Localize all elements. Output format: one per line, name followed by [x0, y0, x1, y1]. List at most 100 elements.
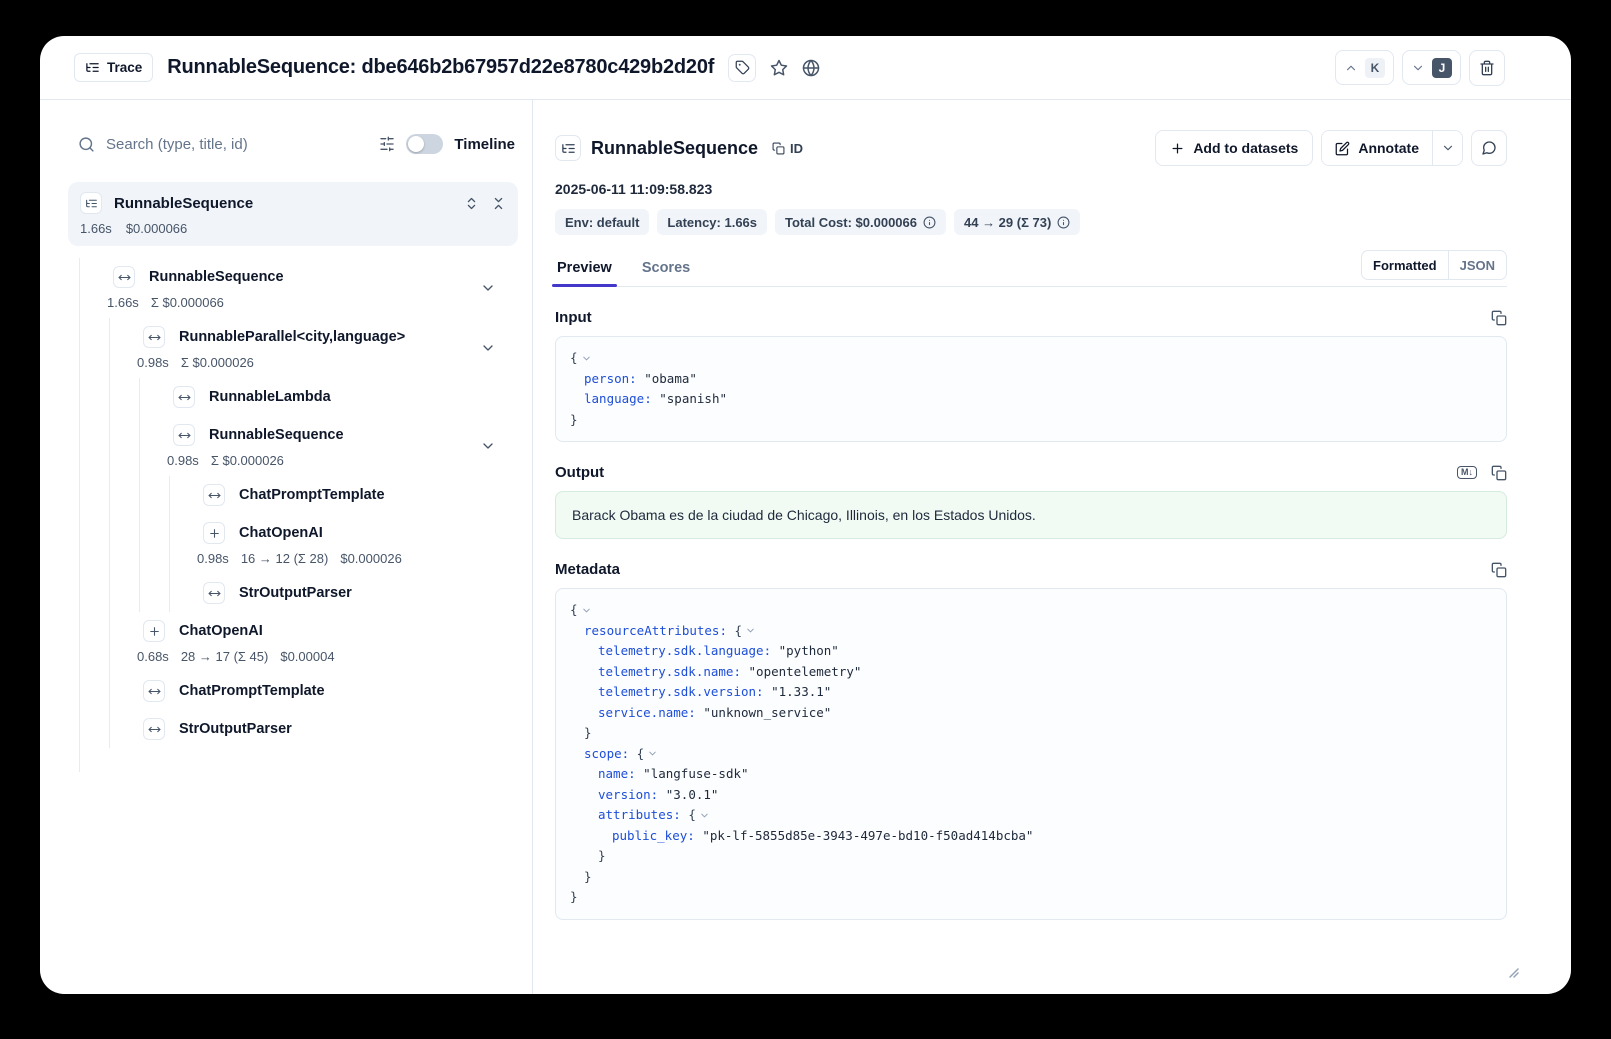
collapse-chevron-icon[interactable]: [745, 625, 756, 636]
collapse-chevron-icon[interactable]: [581, 605, 592, 616]
tree-node-chatprompttemplate[interactable]: ChatPromptTemplate: [170, 476, 532, 514]
prev-trace-button[interactable]: K: [1335, 50, 1394, 85]
delete-trace-button[interactable]: [1469, 50, 1505, 86]
markdown-toggle-icon[interactable]: M↓: [1457, 466, 1477, 480]
format-segment-json[interactable]: JSON: [1448, 251, 1506, 279]
code-line: }: [570, 410, 1492, 431]
trace-root-label: RunnableSequence: [114, 195, 253, 212]
format-toggle: FormattedJSON: [1361, 250, 1507, 280]
next-trace-button[interactable]: J: [1402, 50, 1461, 85]
timeline-toggle[interactable]: [406, 134, 443, 154]
tab-preview[interactable]: Preview: [555, 254, 614, 286]
preview-sections: Input {person: "obama"language: "spanish…: [555, 287, 1507, 994]
list-tree-icon: [85, 60, 100, 75]
code-line: }: [570, 723, 1492, 744]
star-icon[interactable]: [770, 59, 788, 77]
annotate-button[interactable]: Annotate: [1322, 131, 1432, 165]
filter-sliders-icon[interactable]: [379, 136, 395, 152]
trace-root-meta: 1.66s $0.000066: [80, 221, 506, 236]
observation-label: StrOutputParser: [239, 585, 352, 601]
code-line: scope: {: [570, 744, 1492, 765]
trace-root-item[interactable]: RunnableSequence 1.66s $0.000066: [68, 182, 518, 246]
collapse-chevron-icon[interactable]: [581, 353, 592, 364]
expand-all-icon[interactable]: [464, 196, 479, 211]
info-icon[interactable]: [923, 216, 936, 229]
comments-button[interactable]: [1471, 130, 1507, 166]
tag-icon: [735, 60, 750, 75]
search-icon: [78, 136, 95, 153]
trace-header: Trace RunnableSequence: dbe646b2b67957d2…: [40, 36, 1571, 100]
collapse-chevron-icon[interactable]: [647, 748, 658, 759]
copy-metadata-icon[interactable]: [1491, 562, 1507, 578]
code-line: language: "spanish": [570, 389, 1492, 410]
trace-badge-label: Trace: [107, 60, 142, 75]
copy-icon: [772, 142, 785, 155]
code-line: resourceAttributes: {: [570, 621, 1492, 642]
kbd-j: J: [1432, 58, 1452, 78]
observation-label: ChatPromptTemplate: [179, 683, 325, 699]
input-heading: Input: [555, 309, 592, 326]
chevron-down-icon[interactable]: [480, 340, 496, 356]
chevron-down-icon: [1441, 141, 1455, 155]
copy-output-icon[interactable]: [1491, 465, 1507, 481]
annotate-dropdown-button[interactable]: [1432, 131, 1462, 165]
comment-bubble-icon: [1481, 140, 1497, 156]
observation-meta: 1.66sΣ $0.000066: [107, 295, 532, 310]
resize-grip-icon[interactable]: [1509, 968, 1519, 978]
observation-label: ChatOpenAI: [179, 623, 263, 639]
trash-icon: [1479, 60, 1495, 76]
tag-button[interactable]: [728, 54, 756, 82]
chevron-down-icon[interactable]: [480, 280, 496, 296]
collapse-all-icon[interactable]: [491, 196, 506, 211]
tree-node-chatopenai[interactable]: ChatOpenAI0.68s28 → 17 (Σ 45)$0.00004: [110, 612, 532, 672]
generation-icon: [203, 522, 225, 544]
observation-actions: Add to datasets Annotate: [1155, 130, 1507, 166]
observation-panel: RunnableSequence ID Add to datasets: [533, 100, 1571, 994]
tree-node-runnablelambda[interactable]: RunnableLambda: [140, 378, 532, 416]
copy-id-button[interactable]: ID: [772, 141, 803, 156]
search-row: Timeline: [40, 124, 532, 164]
add-to-datasets-button[interactable]: Add to datasets: [1155, 130, 1313, 166]
observation-label: ChatPromptTemplate: [239, 487, 385, 503]
span-icon: [173, 386, 195, 408]
search-input[interactable]: [106, 136, 368, 153]
tree-node-runnablesequence[interactable]: RunnableSequence 1.66sΣ $0.000066: [80, 258, 532, 318]
span-icon: [203, 484, 225, 506]
meta-badge: Env: default: [555, 209, 649, 235]
badges-row: Env: defaultLatency: 1.66sTotal Cost: $0…: [555, 209, 1507, 235]
code-line: {: [570, 600, 1492, 621]
tree-node-chatopenai[interactable]: ChatOpenAI0.98s16 → 12 (Σ 28)$0.000026: [170, 514, 532, 574]
globe-icon[interactable]: [802, 59, 820, 77]
copy-input-icon[interactable]: [1491, 310, 1507, 326]
observation-label: RunnableLambda: [209, 389, 331, 405]
code-line: name: "langfuse-sdk": [570, 764, 1492, 785]
generation-icon: [143, 620, 165, 642]
code-line: service.name: "unknown_service": [570, 703, 1492, 724]
info-icon[interactable]: [1057, 216, 1070, 229]
format-segment-formatted[interactable]: Formatted: [1362, 251, 1448, 279]
tabs-row: Preview Scores FormattedJSON: [555, 250, 1507, 287]
tabs: Preview Scores: [555, 254, 692, 286]
tree-node-runnablesequence[interactable]: RunnableSequence0.98sΣ $0.000026: [140, 416, 532, 476]
chevron-down-icon[interactable]: [480, 438, 496, 454]
trace-cost: $0.000066: [126, 221, 187, 236]
collapse-chevron-icon[interactable]: [699, 810, 710, 821]
id-chip-label: ID: [790, 141, 803, 156]
code-line: telemetry.sdk.name: "opentelemetry": [570, 662, 1492, 683]
tree-node-stroutputparser[interactable]: StrOutputParser: [170, 574, 532, 612]
trace-icon: [80, 192, 102, 214]
tab-scores[interactable]: Scores: [640, 254, 692, 286]
metadata-heading: Metadata: [555, 561, 620, 578]
code-line: telemetry.sdk.language: "python": [570, 641, 1492, 662]
timeline-label: Timeline: [454, 136, 515, 153]
observation-title-row: RunnableSequence ID Add to datasets: [555, 130, 1507, 166]
output-heading: Output: [555, 464, 604, 481]
trace-sidebar: Timeline RunnableSequence 1.66s $0.00006…: [40, 100, 533, 994]
observation-label: RunnableSequence: [149, 269, 284, 285]
tree-node-stroutputparser[interactable]: StrOutputParser: [110, 710, 532, 748]
page-background: Trace RunnableSequence: dbe646b2b67957d2…: [0, 0, 1611, 1039]
tree-node-chatprompttemplate[interactable]: ChatPromptTemplate: [110, 672, 532, 710]
tree-node-runnableparallel-city-language[interactable]: RunnableParallel<city,language>0.98sΣ $0…: [110, 318, 532, 378]
observation-label: RunnableParallel<city,language>: [179, 329, 405, 345]
kbd-k: K: [1365, 58, 1385, 78]
